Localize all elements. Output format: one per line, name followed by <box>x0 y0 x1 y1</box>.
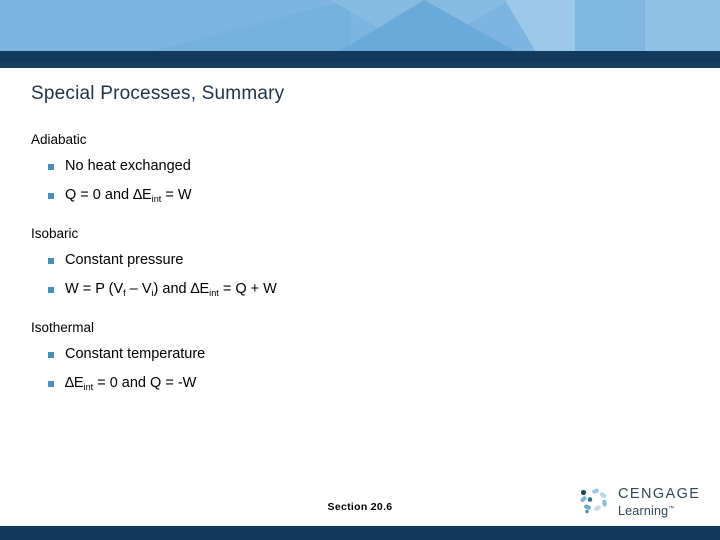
bullet-text: No heat exchanged <box>65 157 191 176</box>
square-bullet-icon <box>48 193 54 199</box>
bullet-text: W = P (Vf – Vi) and ∆Eint = Q + W <box>65 280 277 300</box>
list-item: W = P (Vf – Vi) and ∆Eint = Q + W <box>31 280 691 300</box>
banner-facet <box>645 0 720 51</box>
square-bullet-icon <box>48 352 54 358</box>
logo-subbrand-label: Learning <box>618 504 669 519</box>
bullet-text: Constant pressure <box>65 251 183 270</box>
header-divider-bar-shade <box>0 63 720 68</box>
header-banner <box>0 0 720 51</box>
subscript: int <box>151 193 162 204</box>
section-heading: Isothermal <box>31 320 95 335</box>
list-item: Constant pressure <box>31 251 691 270</box>
square-bullet-icon <box>48 258 54 264</box>
text-run: E <box>73 375 84 391</box>
text-run: No heat exchanged <box>65 158 191 174</box>
cengage-learning-logo: CENGAGE Learning™ <box>578 485 703 519</box>
delta-symbol: ∆ <box>65 375 74 391</box>
text-run: = Q + W <box>218 281 277 297</box>
list-item: ∆Eint = 0 and Q = -W <box>31 374 691 394</box>
content-section: Isobaric Constant pressure W = P (Vf – V… <box>31 225 691 300</box>
list-item: Constant temperature <box>31 345 691 364</box>
logo-brand-text: CENGAGE <box>618 486 701 502</box>
subscript: int <box>209 287 219 298</box>
content-section: Isothermal Constant temperature ∆Eint = … <box>31 319 691 394</box>
banner-facet <box>575 0 650 51</box>
text-run: – V <box>125 281 152 297</box>
cengage-swirl-icon <box>578 487 614 517</box>
subscript: i <box>151 287 154 298</box>
page-title: Special Processes, Summary <box>31 83 285 104</box>
text-run: Constant temperature <box>65 346 206 362</box>
bullet-text: Q = 0 and ∆Eint = W <box>65 186 192 206</box>
banner-facet <box>505 0 585 51</box>
square-bullet-icon <box>48 287 54 293</box>
list-item: Q = 0 and ∆Eint = W <box>31 186 691 206</box>
trademark-icon: ™ <box>668 506 675 512</box>
subscript: int <box>83 381 94 392</box>
bullet-text: Constant temperature <box>65 345 205 364</box>
subscript: f <box>123 287 126 298</box>
text-run: E <box>142 187 152 203</box>
text-run: Q = 0 and <box>65 187 134 203</box>
square-bullet-icon <box>48 381 54 387</box>
delta-symbol: ∆ <box>133 187 142 203</box>
banner-facet <box>150 0 350 51</box>
bullet-text: ∆Eint = 0 and Q = -W <box>65 374 196 394</box>
text-run: E <box>199 281 210 297</box>
footer-bar <box>0 526 720 540</box>
slide-content: Adiabatic No heat exchanged Q = 0 and ∆E… <box>31 131 691 404</box>
text-run: = 0 and Q = -W <box>93 375 197 391</box>
text-run: ) and <box>153 281 191 297</box>
logo-subbrand-text: Learning™ <box>618 502 700 518</box>
text-run: W = P (V <box>65 281 124 297</box>
logo-wordmark: CENGAGE Learning™ <box>618 486 701 519</box>
content-section: Adiabatic No heat exchanged Q = 0 and ∆E… <box>31 131 691 206</box>
text-run: = W <box>161 187 192 203</box>
section-heading: Adiabatic <box>31 132 87 147</box>
section-heading: Isobaric <box>31 226 79 241</box>
list-item: No heat exchanged <box>31 157 691 176</box>
square-bullet-icon <box>48 164 54 170</box>
delta-symbol: ∆ <box>190 281 200 297</box>
text-run: Constant pressure <box>65 252 184 268</box>
